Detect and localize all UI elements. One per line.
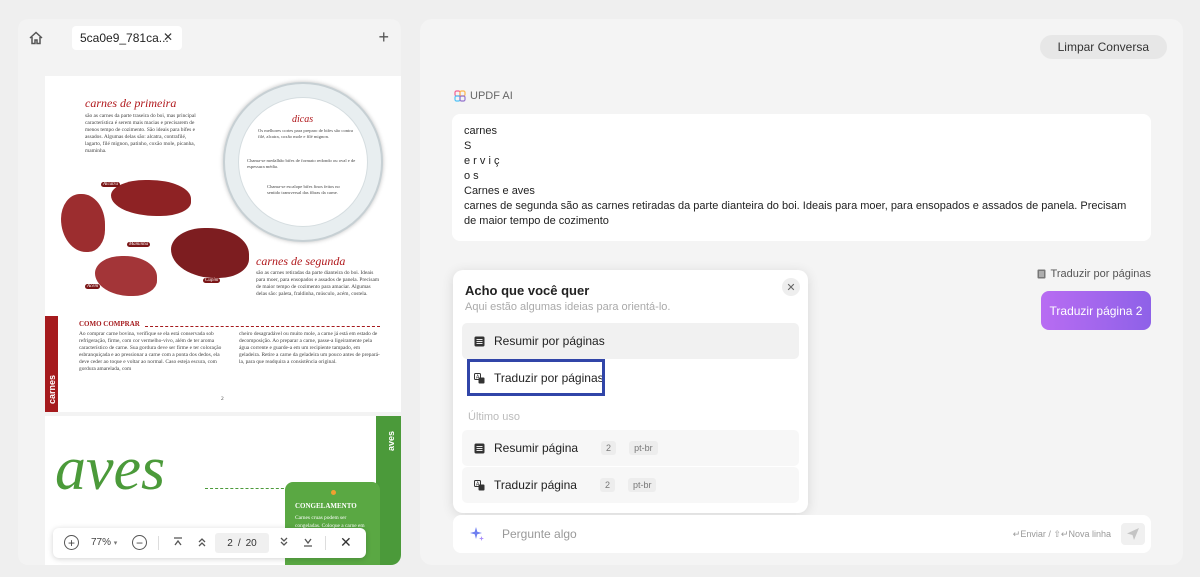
meat-image <box>61 194 105 252</box>
keyboard-hint: ↵Enviar / ⇧↵Nova linha <box>1013 529 1111 540</box>
selection-highlight <box>467 359 605 396</box>
pdf-zoom-toolbar: + 77% ▾ − 2 / 20 ✕ <box>53 528 366 558</box>
file-tab[interactable]: 5ca0e9_781ca... ✕ <box>72 26 182 50</box>
current-page: 2 <box>227 537 233 549</box>
response-line: S <box>464 140 472 152</box>
heading-aves: aves <box>55 435 166 503</box>
response-line: e r v i ç <box>464 155 500 167</box>
chevron-down-icon: ▾ <box>113 540 118 547</box>
text-como-comprar-right: cheiro desagradável ou muito mole, a car… <box>239 331 380 365</box>
send-icon <box>1127 528 1139 540</box>
response-line: de maior tempo de cozimento <box>464 215 609 227</box>
translate-page-button[interactable]: Traduzir página 2 <box>1041 291 1151 330</box>
suggestion-summarize-pages[interactable]: Resumir por páginas <box>462 323 799 359</box>
ai-response-message: carnes S e r v i ç o s Carnes e aves car… <box>452 114 1151 241</box>
dicas-tip-3: Chama-se escalope bifes finos feitos no … <box>267 184 340 195</box>
user-request-text: Traduzir por páginas <box>1050 268 1151 280</box>
zoom-in-icon[interactable]: + <box>64 535 79 550</box>
page-number-field[interactable]: 2 / 20 <box>215 533 269 553</box>
updf-logo-icon <box>454 90 466 102</box>
meat-label-cupim: Cupim <box>203 278 221 283</box>
chat-input-placeholder[interactable]: Pergunte algo <box>502 527 577 541</box>
pdf-viewer-panel: 5ca0e9_781ca... ✕ + carnes de primeira s… <box>18 19 401 565</box>
list-icon <box>474 443 485 453</box>
clear-conversation-button[interactable]: Limpar Conversa <box>1039 35 1167 59</box>
translate-icon: A <box>474 479 485 490</box>
ai-name: UPDF AI <box>470 90 513 102</box>
close-tab-icon[interactable]: ✕ <box>163 30 173 44</box>
meat-label-maminha: Maminha <box>127 242 151 247</box>
new-tab-button[interactable]: + <box>378 27 389 47</box>
document-icon <box>1037 269 1046 279</box>
text-carnes-primeira: são as carnes da parte traseira do boi, … <box>85 113 196 154</box>
next-page-icon[interactable] <box>277 535 291 549</box>
divider <box>158 536 159 550</box>
congelamento-title: CONGELAMENTO <box>295 502 357 510</box>
zoom-level-value: 77% <box>91 537 112 548</box>
text-carnes-segunda: são as carnes retiradas da parte diantei… <box>256 270 380 297</box>
sparkle-icon <box>470 527 484 541</box>
meat-label-alcatra: Alcatra <box>101 182 120 187</box>
meat-image <box>111 180 191 216</box>
send-button[interactable] <box>1121 523 1145 545</box>
file-tab-label: 5ca0e9_781ca... <box>80 31 169 45</box>
close-icon[interactable]: ✕ <box>782 278 800 296</box>
text-como-comprar-left: Ao comprar carne bovina, verifique se el… <box>79 331 222 372</box>
meat-label-acem: Acém <box>85 284 101 289</box>
page-separator: / <box>237 537 241 549</box>
user-request-label: Traduzir por páginas <box>1037 268 1151 280</box>
response-line: Carnes e aves <box>464 185 535 197</box>
heading-carnes-segunda: carnes de segunda <box>256 254 346 268</box>
suggestion-label: Resumir por páginas <box>494 334 605 348</box>
tab-bar: 5ca0e9_781ca... ✕ + <box>18 19 401 56</box>
first-page-icon[interactable] <box>171 535 185 549</box>
response-line: carnes de segunda são as carnes retirada… <box>464 200 1127 212</box>
ai-assistant-label: UPDF AI <box>454 90 513 102</box>
heading-dicas: dicas <box>292 114 314 125</box>
hint-separator: / <box>1048 529 1051 539</box>
bullet-icon <box>331 490 336 495</box>
language-tag: pt-br <box>627 478 657 492</box>
section-band-label: carnes <box>47 374 57 404</box>
chat-input-box[interactable]: Pergunte algo ↵Enviar / ⇧↵Nova linha <box>453 515 1151 553</box>
section-band-label: aves <box>386 430 397 452</box>
popup-title: Acho que você quer <box>465 283 590 298</box>
plate-illustration: dicas Os melhores cortes para preparo de… <box>223 82 383 242</box>
recent-translate-page[interactable]: A Traduzir página 2 pt-br <box>462 467 799 503</box>
divider <box>145 326 380 327</box>
dicas-tip-1: Os melhores cortes para preparo de bifes… <box>258 128 353 139</box>
close-toolbar-icon[interactable]: ✕ <box>340 534 352 551</box>
recent-label: Traduzir página <box>494 478 577 492</box>
last-page-icon[interactable] <box>301 535 315 549</box>
page-number: 2 <box>221 396 224 402</box>
zoom-level[interactable]: 77% ▾ <box>91 537 117 548</box>
total-pages: 20 <box>245 537 257 549</box>
meat-image <box>95 256 157 296</box>
meat-image <box>171 228 249 278</box>
page-tag: 2 <box>601 441 617 455</box>
language-tag: pt-br <box>629 441 658 455</box>
heading-carnes-primeira: carnes de primeira <box>85 96 177 110</box>
zoom-out-icon[interactable]: − <box>132 535 147 550</box>
recent-label: Resumir página <box>494 441 579 455</box>
heading-como-comprar: COMO COMPRAR <box>79 320 140 328</box>
suggestions-popup: Acho que você quer Aqui estão algumas id… <box>453 270 808 513</box>
previous-page-icon[interactable] <box>195 535 209 549</box>
dicas-tip-2: Chama-se medalhão bifes de formato redon… <box>247 158 356 169</box>
response-line: o s <box>464 170 479 182</box>
response-line: carnes <box>464 125 498 137</box>
section-band-carnes: carnes <box>45 316 58 412</box>
hint-send: Enviar <box>1020 529 1046 539</box>
home-icon[interactable] <box>28 30 44 46</box>
popup-subtitle: Aqui estão algumas ideias para orientá-l… <box>465 301 671 313</box>
divider <box>325 536 326 550</box>
pdf-page-1: carnes de primeira são as carnes da part… <box>45 76 401 412</box>
page-tag: 2 <box>599 478 615 492</box>
shift-enter-icon: ⇧↵ <box>1053 529 1069 539</box>
hint-newline: Nova linha <box>1068 529 1111 539</box>
recent-summarize-page[interactable]: Resumir página 2 pt-br <box>462 430 799 466</box>
last-use-heading: Último uso <box>468 411 520 423</box>
list-icon <box>474 336 485 346</box>
